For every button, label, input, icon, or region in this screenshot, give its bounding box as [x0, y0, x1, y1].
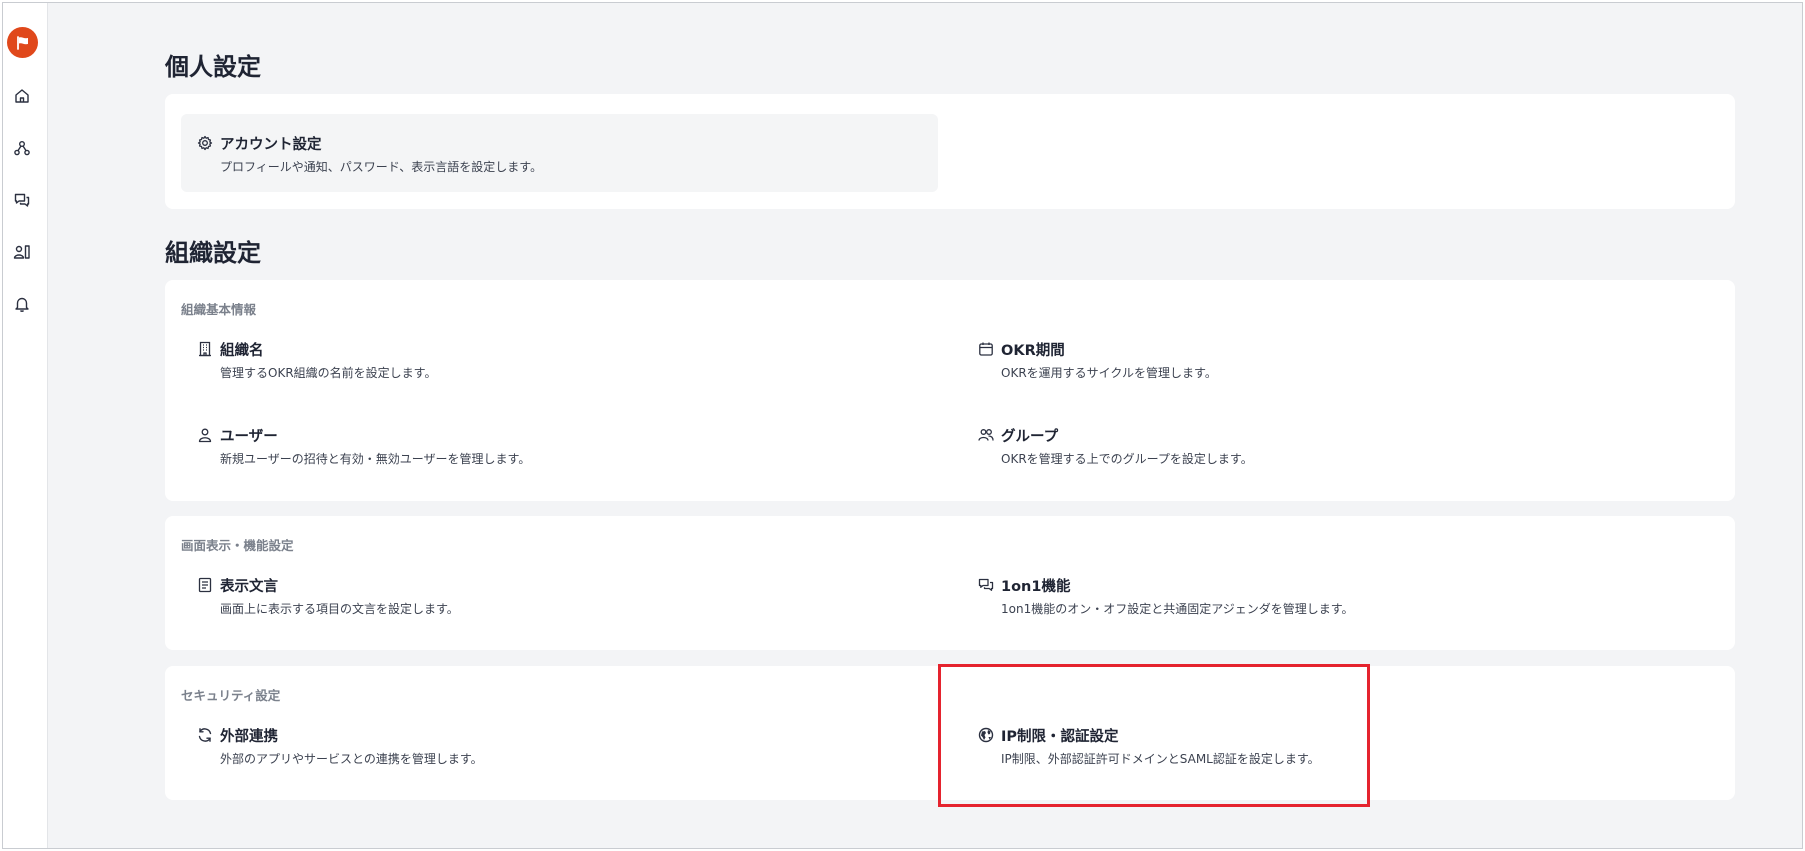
sidebar [3, 3, 48, 848]
org-name-desc: 管理するOKR組織の名前を設定します。 [220, 366, 437, 380]
org-name-title: 組織名 [220, 343, 264, 359]
personal-settings-title: 個人設定 [165, 53, 261, 81]
groups-desc: OKRを管理する上でのグループを設定します。 [1001, 452, 1253, 466]
logo-flag-icon[interactable] [7, 27, 38, 58]
display-text-title: 表示文言 [220, 579, 278, 595]
bell-icon[interactable] [11, 293, 33, 315]
gear-icon [196, 134, 214, 152]
org-settings-title: 組織設定 [165, 239, 261, 267]
app-window: 個人設定 アカウント設定 プロフィールや通知、パスワード、表示言語を設定します。… [2, 2, 1803, 849]
main-content: 個人設定 アカウント設定 プロフィールや通知、パスワード、表示言語を設定します。… [48, 3, 1802, 848]
globe-icon [977, 726, 995, 744]
sync-icon [196, 726, 214, 744]
okr-period-title: OKR期間 [1001, 343, 1065, 359]
building-icon [196, 340, 214, 358]
account-settings-item[interactable]: アカウント設定 プロフィールや通知、パスワード、表示言語を設定します。 [181, 114, 938, 192]
external-integration-desc: 外部のアプリやサービスとの連携を管理します。 [220, 752, 483, 766]
group-label-display: 画面表示・機能設定 [181, 538, 294, 553]
chat-icon [977, 576, 995, 594]
users-desc: 新規ユーザーの招待と有効・無効ユーザーを管理します。 [220, 452, 531, 466]
document-icon [196, 576, 214, 594]
groups-title: グループ [1001, 429, 1059, 445]
okr-period-desc: OKRを運用するサイクルを管理します。 [1001, 366, 1217, 380]
account-settings-title: アカウント設定 [220, 137, 322, 153]
home-icon[interactable] [11, 85, 33, 107]
users-title: ユーザー [220, 429, 278, 445]
calendar-icon [977, 340, 995, 358]
personal-settings-card: アカウント設定 プロフィールや通知、パスワード、表示言語を設定します。 [165, 94, 1735, 209]
chat-icon[interactable] [11, 189, 33, 211]
one-on-one-desc: 1on1機能のオン・オフ設定と共通固定アジェンダを管理します。 [1001, 602, 1354, 616]
account-settings-desc: プロフィールや通知、パスワード、表示言語を設定します。 [220, 160, 543, 174]
ip-auth-settings-title: IP制限・認証設定 [1001, 729, 1119, 745]
map-icon[interactable] [11, 137, 33, 159]
user-icon [196, 426, 214, 444]
group-label-basic: 組織基本情報 [181, 302, 257, 317]
user-book-icon[interactable] [11, 241, 33, 263]
org-basic-card: 組織基本情報 組織名 管理するOKR組織の名前を設定します。 OKR期間 OKR… [165, 280, 1735, 501]
org-display-card: 画面表示・機能設定 表示文言 画面上に表示する項目の文言を設定します。 1on1… [165, 516, 1735, 650]
one-on-one-title: 1on1機能 [1001, 579, 1071, 595]
display-text-desc: 画面上に表示する項目の文言を設定します。 [220, 602, 459, 616]
ip-auth-settings-desc: IP制限、外部認証許可ドメインとSAML認証を設定します。 [1001, 752, 1320, 766]
external-integration-title: 外部連携 [220, 729, 278, 745]
group-label-security: セキュリティ設定 [181, 688, 281, 703]
users-icon [977, 426, 995, 444]
org-security-card: セキュリティ設定 外部連携 外部のアプリやサービスとの連携を管理します。 IP制… [165, 666, 1735, 800]
